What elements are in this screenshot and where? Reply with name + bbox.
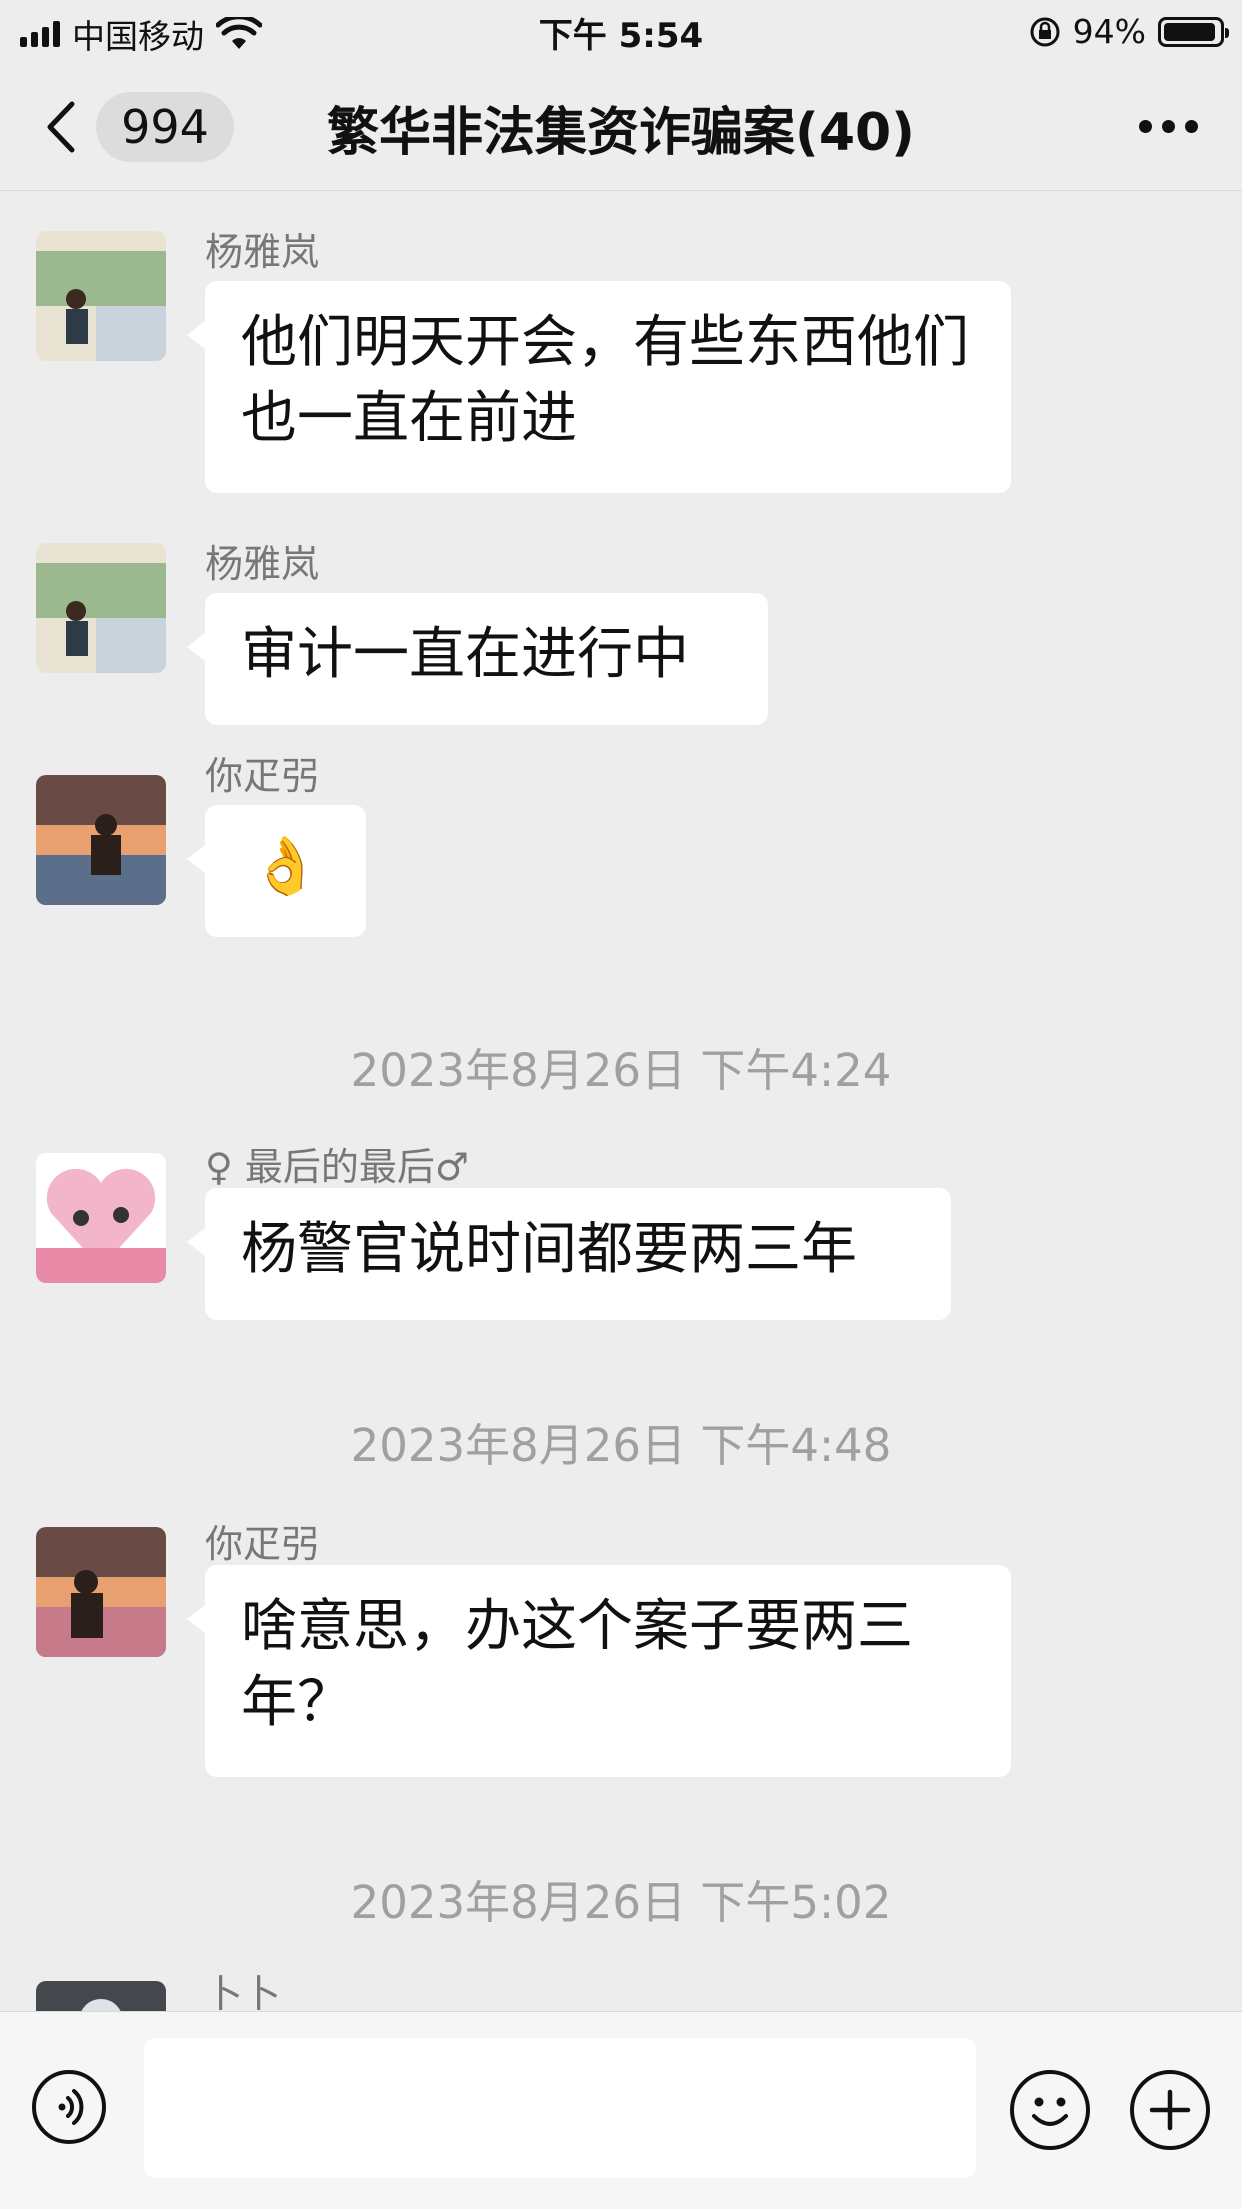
avatar[interactable] (36, 1527, 166, 1657)
avatar[interactable] (36, 775, 166, 905)
sender-name: 杨雅岚 (205, 542, 320, 586)
timestamp: 2023年8月26日 下午5:02 (350, 1876, 892, 1929)
avatar[interactable] (36, 1981, 166, 2011)
status-bar: 中国移动 下午 5:54 94% (0, 0, 1242, 60)
chat-title: 繁华非法集资诈骗案(40) (327, 103, 915, 163)
avatar[interactable] (36, 1153, 166, 1283)
timestamp: 2023年8月26日 下午4:48 (350, 1419, 892, 1472)
sender-name: ♀ 最后的最后♂ (205, 1145, 469, 1189)
emoji-icon[interactable] (1010, 2070, 1090, 2150)
message-bubble[interactable]: 👌 (187, 805, 366, 937)
message-bubble[interactable]: 他们明天开会，有些东西他们也一直在前进 (187, 281, 1011, 493)
timestamp: 2023年8月26日 下午4:24 (350, 1044, 892, 1097)
sender-name: 卜卜 (205, 1972, 282, 2011)
sender-name: 你疋弜 (205, 1522, 320, 1566)
battery-icon (1158, 16, 1229, 47)
chat-header: 994 繁华非法集资诈骗案(40) (0, 60, 1242, 191)
rotation-lock-icon (1030, 17, 1060, 46)
avatar[interactable] (36, 231, 166, 361)
message-bubble[interactable]: 审计一直在进行中 (187, 593, 768, 725)
message-list[interactable]: 杨雅岚 他们明天开会，有些东西他们也一直在前进 杨雅岚 审计一直在进行中 你疋弜… (0, 191, 1242, 2011)
plus-icon[interactable] (1130, 2070, 1210, 2150)
input-bar (0, 2011, 1242, 2209)
more-dots-icon[interactable] (1139, 120, 1198, 133)
sender-name: 你疋弜 (205, 754, 320, 798)
battery-percent: 94% (1072, 12, 1146, 51)
avatar[interactable] (36, 543, 166, 673)
voice-icon[interactable] (32, 2070, 106, 2144)
battery-fill (1164, 22, 1215, 41)
message-input[interactable] (144, 2038, 976, 2178)
message-bubble[interactable]: 啥意思，办这个案子要两三年？ (187, 1565, 1011, 1777)
message-bubble[interactable]: 杨警官说时间都要两三年 (187, 1188, 951, 1320)
sender-name: 杨雅岚 (205, 230, 320, 274)
